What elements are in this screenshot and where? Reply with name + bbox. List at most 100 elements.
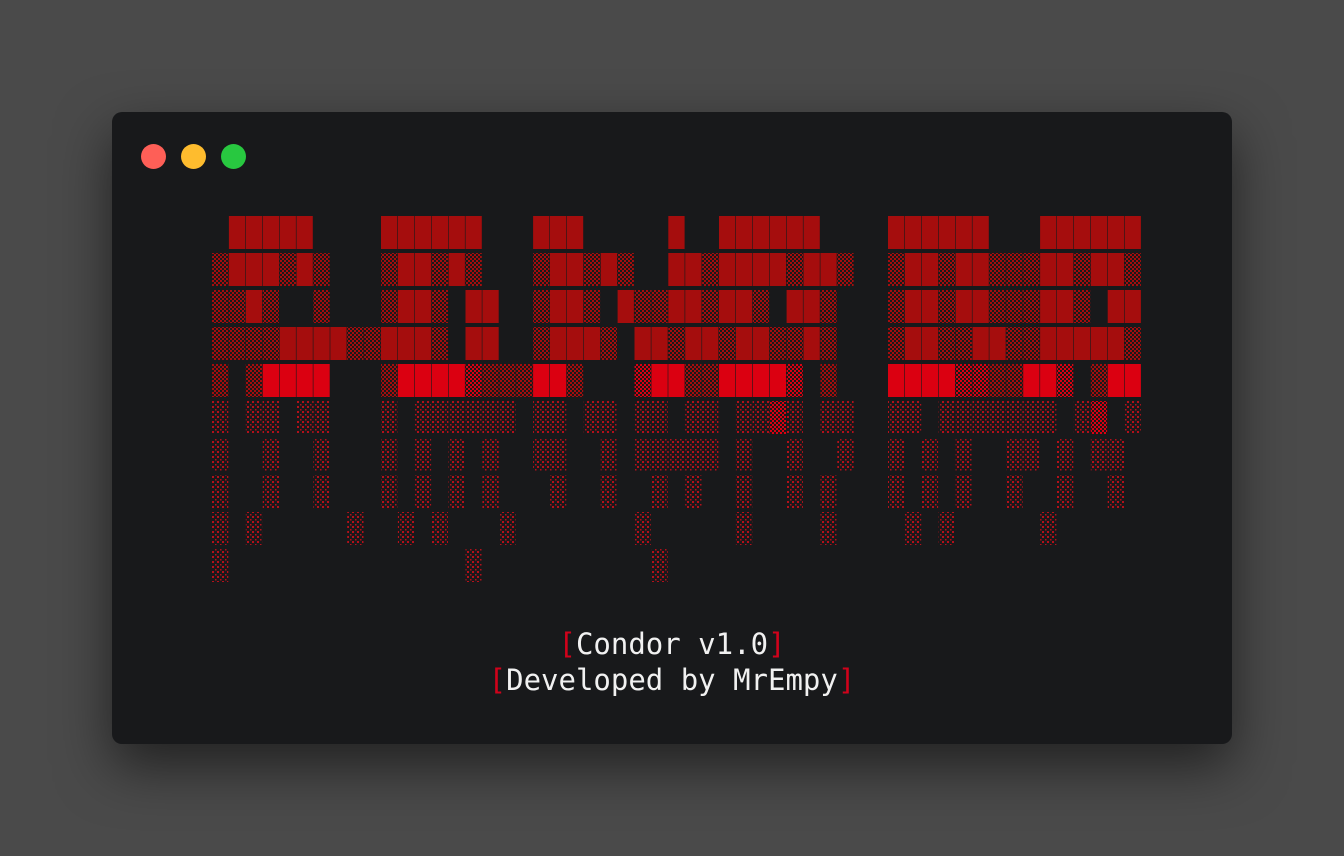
logo-block [685,290,702,323]
logo-block [381,253,398,286]
logo-block [465,290,482,323]
logo-block [702,401,719,434]
logo-block [938,401,955,434]
logo-block [719,290,736,323]
logo-block [550,475,567,508]
logo-block [955,475,972,508]
logo-block [786,290,803,323]
logo-block [600,438,617,471]
logo-block [245,216,263,249]
maximize-button[interactable] [221,144,246,169]
logo-block [955,364,972,397]
logo-block [904,401,922,434]
logo-block [1057,438,1074,471]
logo-block [735,475,753,508]
logo-block [820,253,837,286]
logo-block [313,364,330,397]
logo-block [972,327,989,360]
logo-block [651,475,668,508]
logo-block [397,290,415,323]
logo-block [212,253,229,286]
logo-block [1090,327,1108,360]
logo-block [296,364,313,397]
logo-block [685,364,702,397]
logo-block [786,327,803,360]
logo-block [752,216,770,249]
logo-block [566,364,584,397]
logo-block [1057,253,1074,286]
logo-block [397,512,415,545]
logo-block [1006,253,1023,286]
logo-block [397,364,415,397]
logo-block [651,438,668,471]
bracket-open: [ [558,627,576,661]
logo-block [482,290,499,323]
logo-block [955,290,972,323]
logo-block [499,512,516,545]
logo-block [1023,253,1040,286]
logo-block [938,327,955,360]
logo-block [955,216,972,249]
logo-block [904,290,922,323]
minimize-button[interactable] [181,144,206,169]
logo-block [482,327,499,360]
logo-block [972,290,989,323]
logo-block [1023,327,1040,360]
logo-block [313,401,330,434]
logo-block [212,364,229,397]
logo-block [1023,438,1040,471]
logo-block [566,253,584,286]
logo-block [1107,438,1124,471]
logo-block [803,327,820,360]
logo-block [685,253,702,286]
logo-block [668,327,685,360]
logo-block [245,364,263,397]
logo-block [1124,327,1141,360]
logo-block [617,253,634,286]
logo-block [381,290,398,323]
logo-block [600,253,617,286]
close-button[interactable] [141,144,166,169]
logo-block [448,438,465,471]
logo-block [719,216,736,249]
logo-block [702,364,719,397]
logo-block [482,475,499,508]
terminal-window: [Condor v1.0] [Developed by MrEmpy] [112,112,1232,744]
logo-block [634,438,651,471]
logo-block [448,253,465,286]
logo-block [634,512,651,545]
logo-block [888,327,905,360]
logo-block [617,290,634,323]
logo-block [262,364,279,397]
logo-block [212,475,229,508]
logo-block [550,290,567,323]
logo-block [685,401,702,434]
logo-block [1040,364,1057,397]
logo-block [702,290,719,323]
logo-block [296,401,313,434]
logo-block [955,438,972,471]
logo-blocks [212,216,1141,582]
author-line: [Developed by MrEmpy] [112,662,1232,698]
author-text: Developed by MrEmpy [506,663,838,697]
logo-block [803,253,820,286]
logo-block [245,253,263,286]
logo-block [1040,290,1057,323]
logo-block [888,475,905,508]
window-controls [141,144,246,169]
logo-block [279,327,296,360]
logo-block [550,253,567,286]
logo-block [685,327,702,360]
logo-block [1006,327,1023,360]
logo-block [769,401,786,434]
logo-block [752,253,770,286]
logo-block [228,216,246,249]
logo-block [1040,216,1057,249]
logo-block [668,216,685,249]
logo-block [431,401,448,434]
logo-block [397,216,415,249]
logo-block [921,438,939,471]
logo-block [381,364,398,397]
logo-block [313,438,330,471]
logo-block [820,512,837,545]
